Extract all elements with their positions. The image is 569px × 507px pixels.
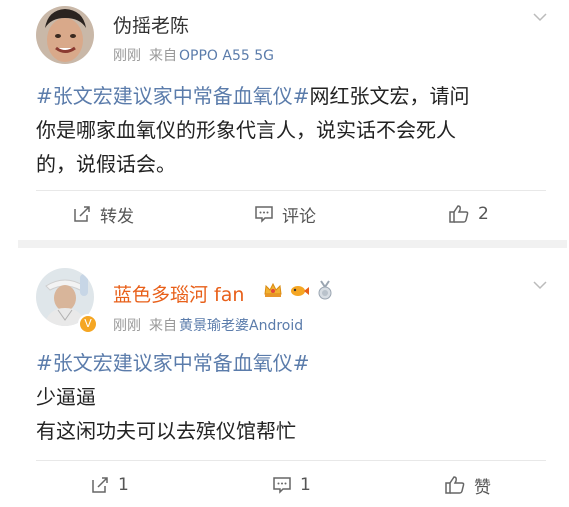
- comment-button[interactable]: 1: [272, 468, 311, 502]
- source-prefix: 来自: [149, 48, 177, 64]
- username[interactable]: 伪摇老陈: [113, 11, 189, 38]
- post-separator: [18, 240, 567, 248]
- action-bar: 转发 评论 2: [0, 197, 569, 231]
- like-button[interactable]: 赞: [444, 468, 491, 502]
- crown-badge-icon[interactable]: [262, 279, 284, 301]
- like-label: 赞: [474, 477, 491, 498]
- comment-count: 1: [300, 475, 311, 495]
- medal-badge-icon[interactable]: [314, 279, 336, 301]
- action-bar: 1 1 赞: [0, 468, 569, 502]
- repost-icon: [92, 477, 108, 493]
- post-card-2: V 蓝色多瑙河 fan 刚刚 来自 黄景瑜老婆Android #张文宏建议家中常备血…: [0, 248, 569, 507]
- post-body: #张文宏建议家中常备血氧仪# 少逼逼 有这闲功夫可以去殡仪馆帮忙: [36, 346, 546, 448]
- chevron-down-icon[interactable]: [533, 10, 547, 24]
- post-time: 刚刚: [113, 48, 141, 64]
- thumbs-up-icon: [445, 476, 465, 494]
- source-device[interactable]: OPPO A55 5G: [179, 48, 274, 64]
- body-line: 你是哪家血氧仪的形象代言人，说实话不会死人: [36, 118, 456, 142]
- comment-icon: [255, 206, 273, 223]
- body-line: 少逼逼: [36, 385, 96, 409]
- comment-label: 评论: [282, 206, 316, 227]
- repost-count: 1: [118, 475, 129, 495]
- fish-badge-icon[interactable]: [288, 279, 310, 301]
- post-time: 刚刚: [113, 318, 141, 334]
- divider: [36, 190, 546, 191]
- username[interactable]: 蓝色多瑙河 fan: [113, 280, 244, 307]
- post-card-1: 伪摇老陈 刚刚 来自 OPPO A55 5G #张文宏建议家中常备血氧仪#网红张文宏…: [0, 0, 569, 240]
- body-line: 网红张文宏，请问: [309, 84, 470, 108]
- post-body: #张文宏建议家中常备血氧仪#网红张文宏，请问 你是哪家血氧仪的形象代言人，说实话…: [36, 79, 546, 181]
- post-meta: 刚刚 来自 OPPO A55 5G: [113, 45, 274, 65]
- avatar[interactable]: [36, 6, 94, 64]
- source-prefix: 来自: [149, 318, 177, 334]
- verified-badge: V: [78, 314, 98, 334]
- chevron-down-icon[interactable]: [533, 278, 547, 292]
- thumbs-up-icon: [449, 205, 469, 223]
- topic-link[interactable]: #张文宏建议家中常备血氧仪#: [36, 351, 310, 375]
- body-line: 的，说假话会。: [36, 152, 176, 176]
- like-button[interactable]: 2: [448, 197, 489, 231]
- repost-button[interactable]: 1: [90, 468, 129, 502]
- comment-button[interactable]: 评论: [254, 197, 316, 231]
- body-line: 有这闲功夫可以去殡仪馆帮忙: [36, 419, 296, 443]
- topic-link[interactable]: #张文宏建议家中常备血氧仪#: [36, 84, 310, 108]
- repost-icon: [74, 206, 90, 222]
- repost-label: 转发: [100, 206, 134, 227]
- user-badges: [262, 279, 336, 301]
- repost-button[interactable]: 转发: [72, 197, 134, 231]
- like-count: 2: [478, 204, 489, 224]
- divider: [36, 460, 546, 461]
- source-device[interactable]: 黄景瑜老婆Android: [179, 318, 303, 334]
- post-meta: 刚刚 来自 黄景瑜老婆Android: [113, 315, 303, 335]
- comment-icon: [273, 477, 291, 494]
